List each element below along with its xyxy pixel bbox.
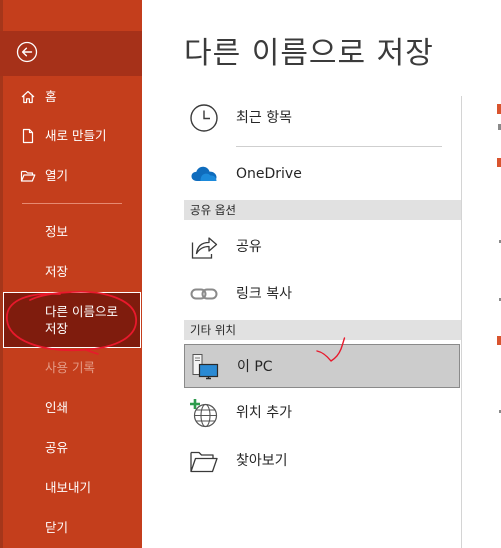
section-header-other-locations: 기타 위치 bbox=[184, 320, 461, 340]
add-location-globe-icon bbox=[190, 399, 218, 428]
sidebar-item-label: 정보 bbox=[45, 224, 69, 239]
location-recent[interactable]: 최근 항목 bbox=[184, 96, 460, 140]
location-label: 이 PC bbox=[237, 359, 273, 375]
sidebar-item-label: 사용 기록 bbox=[45, 360, 95, 375]
sidebar-item-label: 다른 이름으로 저장 bbox=[45, 304, 118, 336]
sidebar-item-home[interactable]: 홈 bbox=[0, 84, 142, 110]
location-label: 위치 추가 bbox=[236, 405, 292, 421]
folder-icon bbox=[190, 451, 218, 473]
location-add-place[interactable]: 위치 추가 bbox=[184, 391, 460, 435]
sidebar-item-label: 공유 bbox=[45, 440, 69, 455]
sidebar-item-label: 홈 bbox=[45, 89, 57, 104]
sidebar-item-label: 인쇄 bbox=[45, 400, 69, 415]
link-icon bbox=[190, 288, 218, 300]
location-onedrive[interactable]: OneDrive bbox=[184, 152, 460, 196]
location-browse[interactable]: 찾아보기 bbox=[184, 439, 460, 483]
sidebar-item-save-as[interactable]: 다른 이름으로 저장 bbox=[3, 292, 141, 348]
sidebar-item-save[interactable]: 저장 bbox=[0, 259, 142, 285]
divider bbox=[236, 146, 442, 147]
location-label: OneDrive bbox=[236, 166, 302, 182]
location-copy-link[interactable]: 링크 복사 bbox=[184, 272, 460, 316]
location-share[interactable]: 공유 bbox=[184, 225, 460, 269]
share-arrow-icon bbox=[191, 237, 218, 259]
sidebar-item-label: 내보내기 bbox=[45, 480, 92, 495]
sidebar-item-print[interactable]: 인쇄 bbox=[0, 395, 142, 421]
sidebar-item-label: 닫기 bbox=[45, 520, 69, 535]
sidebar-item-open[interactable]: 열기 bbox=[0, 163, 142, 189]
location-label: 공유 bbox=[236, 239, 262, 255]
sidebar-item-new[interactable]: 새로 만들기 bbox=[0, 123, 142, 149]
location-this-pc[interactable]: 이 PC bbox=[184, 344, 460, 388]
sidebar-item-label: 새로 만들기 bbox=[45, 128, 107, 143]
location-label: 최근 항목 bbox=[236, 110, 292, 126]
location-label: 찾아보기 bbox=[236, 453, 288, 469]
sidebar-divider bbox=[22, 203, 122, 204]
open-folder-icon bbox=[20, 170, 36, 182]
cut-off-pane-marks bbox=[497, 104, 501, 413]
clock-icon bbox=[190, 104, 218, 132]
onedrive-cloud-icon bbox=[191, 166, 217, 181]
section-header-share-options: 공유 옵션 bbox=[184, 200, 461, 220]
location-label: 링크 복사 bbox=[236, 286, 292, 302]
sidebar-item-export[interactable]: 내보내기 bbox=[0, 475, 142, 501]
sidebar-item-history: 사용 기록 bbox=[0, 355, 142, 381]
new-document-icon bbox=[22, 128, 34, 144]
pc-icon bbox=[192, 354, 219, 380]
sidebar-item-info[interactable]: 정보 bbox=[0, 219, 142, 245]
sidebar-item-share[interactable]: 공유 bbox=[0, 435, 142, 461]
sidebar-item-label: 저장 bbox=[45, 264, 69, 279]
pane-divider bbox=[461, 96, 462, 548]
sidebar-item-close[interactable]: 닫기 bbox=[0, 515, 142, 541]
home-icon bbox=[21, 90, 35, 104]
sidebar-item-label: 열기 bbox=[45, 168, 69, 183]
back-arrow-circle-icon[interactable] bbox=[16, 41, 38, 63]
page-title: 다른 이름으로 저장 bbox=[184, 36, 434, 71]
